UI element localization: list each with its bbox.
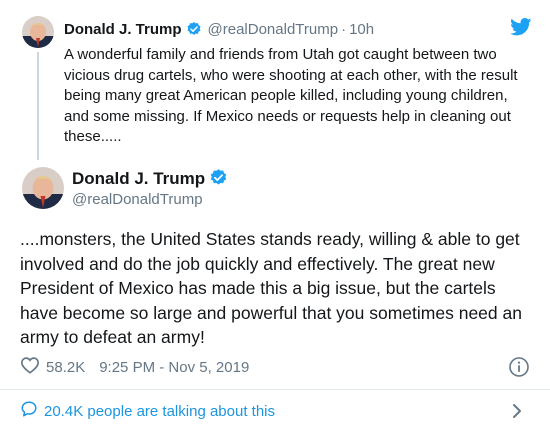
parent-handle[interactable]: @realDonaldTrump: [208, 21, 339, 38]
tweet-timestamp[interactable]: 9:25 PM - Nov 5, 2019: [99, 359, 249, 376]
twitter-bird-icon[interactable]: [510, 18, 532, 36]
parent-avatar[interactable]: [22, 16, 54, 48]
chevron-right-icon[interactable]: [510, 402, 524, 420]
parent-author-name[interactable]: Donald J. Trump: [64, 21, 182, 38]
separator-dot: ·: [341, 21, 347, 38]
talking-link[interactable]: 20.4K people are talking about this: [20, 400, 275, 422]
parent-time[interactable]: 10h: [349, 21, 374, 38]
main-handle[interactable]: @realDonaldTrump: [72, 190, 203, 210]
main-author-name[interactable]: Donald J. Trump: [72, 169, 205, 188]
verified-badge-icon: [209, 168, 228, 193]
tweet-card: Donald J. Trump @realDonaldTrump · 10h A wo…: [0, 0, 550, 430]
thread-connector: [37, 52, 39, 160]
like-count[interactable]: 58.2K: [46, 359, 85, 376]
main-avatar[interactable]: [22, 167, 64, 209]
parent-header: Donald J. Trump @realDonaldTrump · 10h: [64, 20, 374, 43]
parent-tweet-text: A wonderful family and friends from Utah…: [64, 46, 518, 145]
verified-badge-icon: [186, 21, 202, 43]
tweet-meta: 58.2K 9:25 PM - Nov 5, 2019: [20, 357, 249, 377]
comment-icon: [20, 400, 38, 422]
divider: [0, 389, 550, 390]
main-tweet-text: ....monsters, the United States stands r…: [20, 229, 522, 347]
info-icon[interactable]: [508, 356, 530, 378]
talking-text[interactable]: 20.4K people are talking about this: [44, 403, 275, 420]
parent-tweet[interactable]: Donald J. Trump @realDonaldTrump · 10h A wo…: [0, 0, 550, 160]
heart-icon[interactable]: [20, 356, 40, 378]
